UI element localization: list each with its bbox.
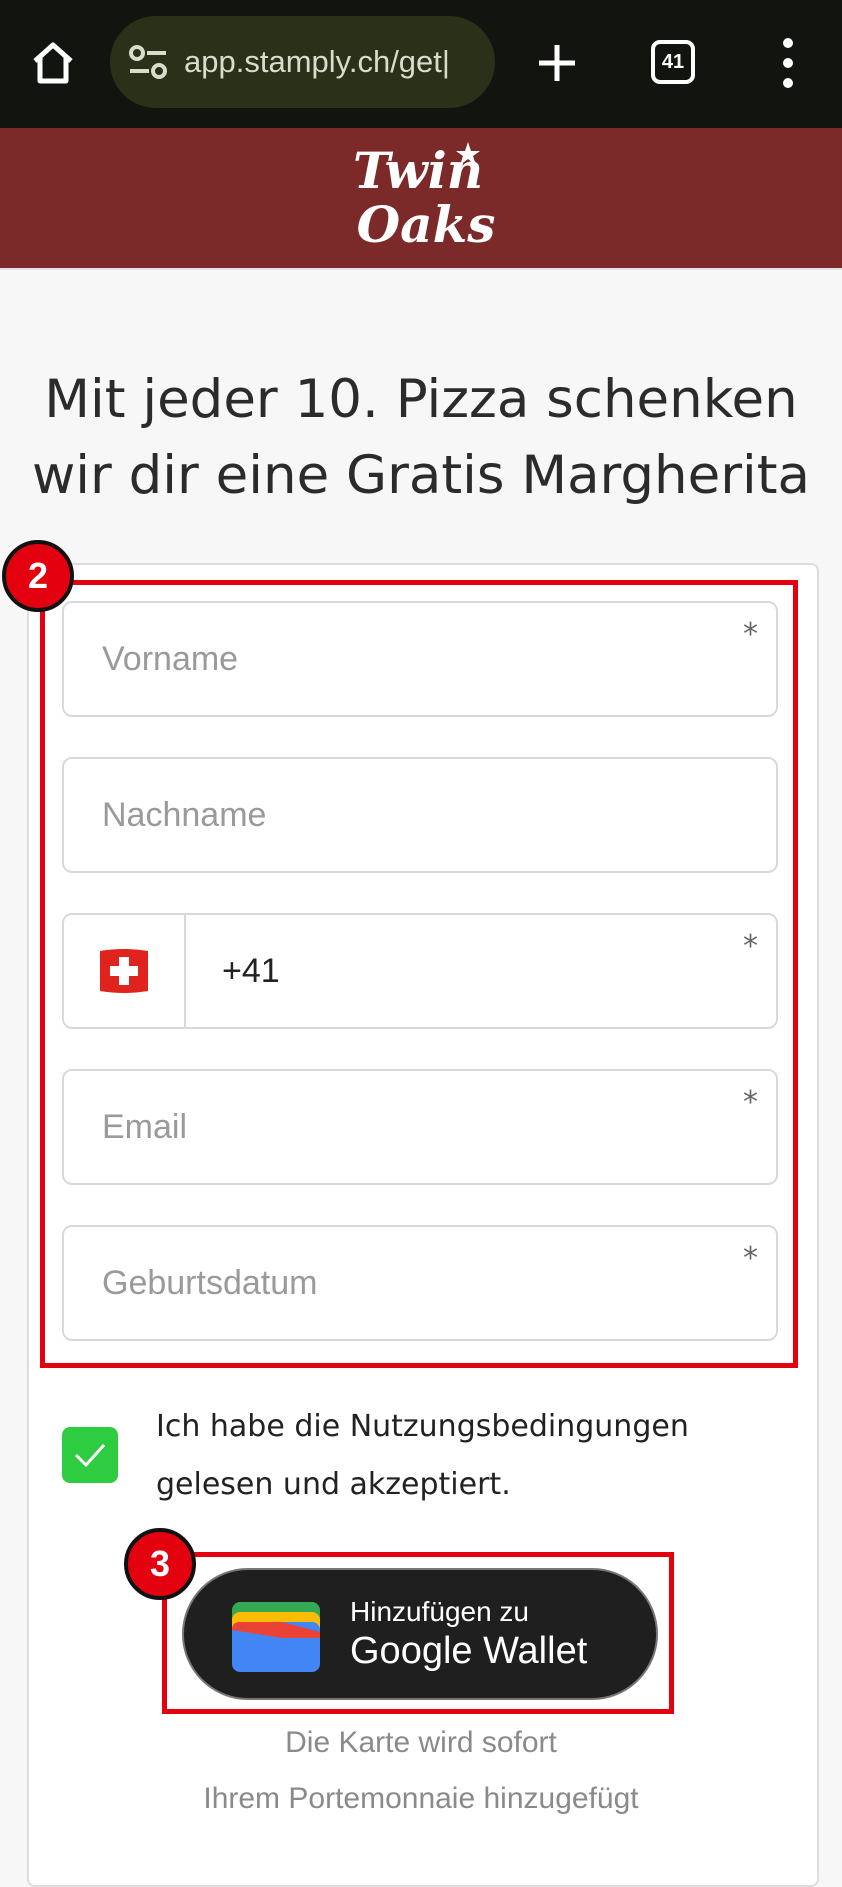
more-vert-icon[interactable] (774, 30, 802, 96)
annotation-box-form (40, 580, 798, 1368)
twin-oaks-logo: Twin Oaks (353, 141, 496, 254)
annotation-box-wallet (162, 1552, 674, 1714)
terms-label[interactable]: Ich habe die Nutzungsbedingungen gelesen… (156, 1398, 776, 1514)
tab-count: 41 (661, 50, 685, 73)
address-bar[interactable]: app.stamply.ch/get| (110, 16, 495, 108)
page-headline: Mit jeder 10. Pizza schenken wir dir ein… (0, 362, 842, 514)
plus-icon (539, 45, 575, 81)
headline-line-2: wir dir eine Gratis Margherita (31, 445, 811, 506)
headline-line-1: Mit jeder 10. Pizza schenken (44, 369, 798, 430)
annotation-badge-2: 2 (2, 540, 74, 612)
footer-note-line-2: Ihrem Portemonnaie hinzugefügt (203, 1782, 639, 1815)
home-icon (33, 42, 73, 84)
home-button[interactable] (22, 30, 84, 96)
new-tab-button[interactable] (531, 30, 583, 96)
terms-checkbox[interactable] (62, 1427, 118, 1483)
terms-line-1: Ich habe die Nutzungsbedingungen (156, 1409, 689, 1444)
svg-text:Twin: Twin (353, 141, 483, 200)
site-settings-icon[interactable] (128, 44, 168, 80)
tab-switcher-button[interactable]: 41 (651, 40, 695, 84)
annotation-badge-3: 3 (124, 1528, 196, 1600)
checkmark-icon (74, 1443, 106, 1468)
terms-line-2: gelesen und akzeptiert. (156, 1467, 511, 1502)
footer-note-line-1: Die Karte wird sofort (285, 1726, 557, 1759)
browser-toolbar: app.stamply.ch/get| 41 (0, 0, 842, 128)
svg-text:Oaks: Oaks (357, 195, 496, 254)
url-text[interactable]: app.stamply.ch/get| (184, 16, 450, 108)
brand-header: Twin Oaks (0, 128, 842, 270)
